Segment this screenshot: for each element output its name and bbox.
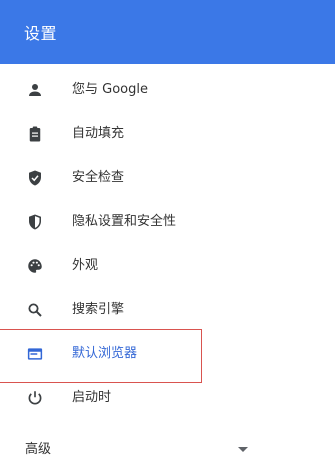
sidebar-item-label: 启动时 xyxy=(72,390,112,405)
sidebar-item-label: 外观 xyxy=(72,258,99,273)
search-icon xyxy=(25,300,45,320)
sidebar-item-default-browser[interactable]: 默认浏览器 xyxy=(0,334,335,374)
sidebar-item-label: 安全检查 xyxy=(72,170,125,185)
caret-down-icon xyxy=(238,447,248,452)
sidebar-item-label: 隐私设置和安全性 xyxy=(72,214,177,229)
sidebar-item-label: 默认浏览器 xyxy=(72,346,138,361)
shield-half-icon xyxy=(25,212,45,232)
settings-sidebar: 您与 Google 自动填充 安全检查 隐私设置和安全性 外观 搜索引擎 默认浏… xyxy=(0,64,335,474)
power-icon xyxy=(25,388,45,408)
app-header: 设置 xyxy=(0,0,335,64)
sidebar-item-appearance[interactable]: 外观 xyxy=(0,246,335,286)
shield-check-icon xyxy=(25,168,45,188)
page-title: 设置 xyxy=(24,24,58,43)
clipboard-icon xyxy=(25,124,45,144)
sidebar-item-label: 自动填充 xyxy=(72,126,125,141)
advanced-label: 高级 xyxy=(25,442,52,457)
sidebar-item-autofill[interactable]: 自动填充 xyxy=(0,114,335,154)
sidebar-item-label: 您与 Google xyxy=(72,82,148,97)
sidebar-item-on-startup[interactable]: 启动时 xyxy=(0,378,335,418)
advanced-expander[interactable]: 高级 xyxy=(0,430,335,470)
sidebar-item-label: 搜索引擎 xyxy=(72,302,125,317)
sidebar-item-you-and-google[interactable]: 您与 Google xyxy=(0,70,335,110)
person-icon xyxy=(25,80,45,100)
browser-window-icon xyxy=(25,344,45,364)
sidebar-item-safety-check[interactable]: 安全检查 xyxy=(0,158,335,198)
sidebar-item-search-engine[interactable]: 搜索引擎 xyxy=(0,290,335,330)
sidebar-item-privacy-security[interactable]: 隐私设置和安全性 xyxy=(0,202,335,242)
settings-app: 设置 您与 Google 自动填充 安全检查 隐私设置和安全性 外观 搜索引擎 … xyxy=(0,0,335,474)
palette-icon xyxy=(25,256,45,276)
